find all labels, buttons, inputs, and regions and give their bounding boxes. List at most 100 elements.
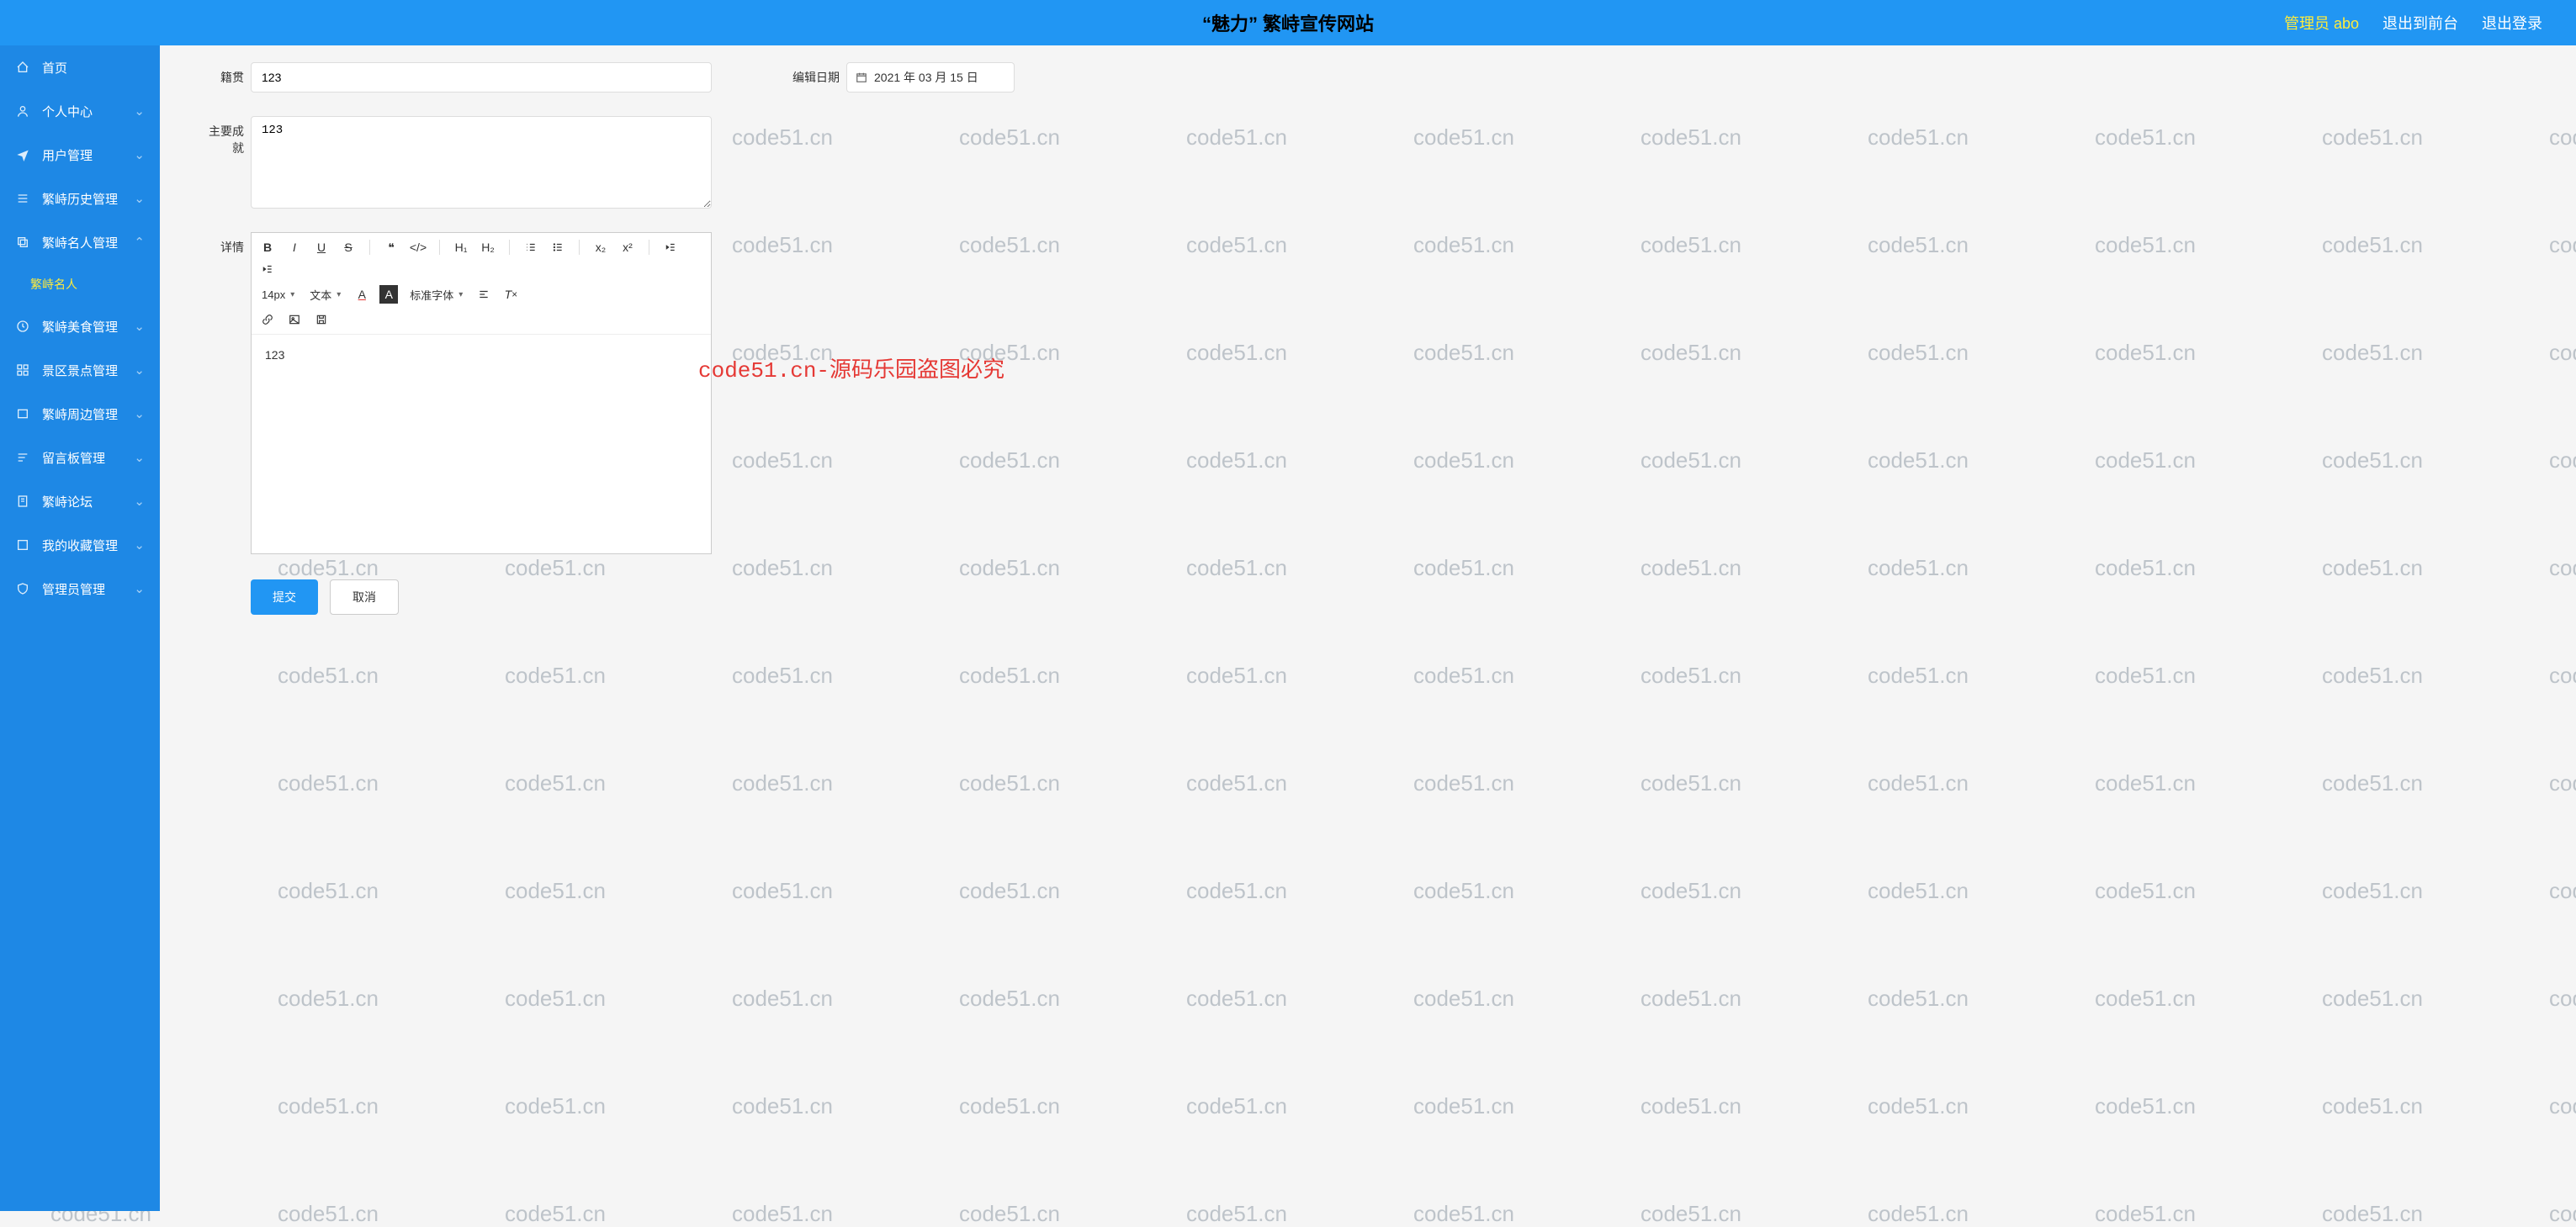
date-value: 2021 年 03 月 15 日 bbox=[874, 69, 978, 86]
submit-button[interactable]: 提交 bbox=[251, 579, 318, 615]
align-button[interactable] bbox=[474, 285, 493, 304]
jiguan-label: 籍贯 bbox=[199, 62, 251, 86]
sidebar-item-scenic[interactable]: 景区景点管理 ⌄ bbox=[0, 348, 160, 392]
date-label: 编辑日期 bbox=[779, 62, 846, 86]
chevron-down-icon: ⌄ bbox=[134, 147, 145, 162]
sidebar-item-food[interactable]: 繁峙美食管理 ⌄ bbox=[0, 304, 160, 348]
outdent-button[interactable] bbox=[661, 238, 680, 257]
sidebar-item-label: 景区景点管理 bbox=[42, 362, 118, 379]
bars-icon bbox=[15, 450, 30, 465]
sidebar-item-favorites[interactable]: 我的收藏管理 ⌄ bbox=[0, 523, 160, 567]
clear-format-button[interactable]: T× bbox=[501, 285, 520, 304]
indent-button[interactable] bbox=[258, 260, 277, 278]
chevron-down-icon: ▾ bbox=[458, 290, 463, 299]
action-buttons: 提交 取消 bbox=[199, 579, 2537, 615]
chevron-down-icon: ▾ bbox=[290, 290, 294, 299]
superscript-button[interactable]: x² bbox=[618, 238, 637, 257]
sidebar-item-label: 繁峙周边管理 bbox=[42, 405, 118, 423]
separator bbox=[439, 240, 440, 255]
chevron-down-icon: ⌄ bbox=[134, 494, 145, 509]
list-icon bbox=[15, 191, 30, 206]
chengjiu-label: 主要成就 bbox=[199, 116, 251, 156]
date-input[interactable]: 2021 年 03 月 15 日 bbox=[846, 62, 1015, 93]
sidebar-item-famous[interactable]: 繁峙名人管理 ⌃ bbox=[0, 220, 160, 264]
chevron-down-icon: ⌄ bbox=[134, 103, 145, 119]
calendar-icon bbox=[856, 71, 867, 83]
sidebar-subitem-label: 繁峙名人 bbox=[30, 276, 77, 293]
sidebar-item-label: 繁峙美食管理 bbox=[42, 318, 118, 336]
field-chengjiu: 主要成就 bbox=[199, 116, 712, 209]
field-edit-date: 编辑日期 2021 年 03 月 15 日 bbox=[779, 62, 1015, 93]
sidebar-item-history[interactable]: 繁峙历史管理 ⌄ bbox=[0, 177, 160, 220]
clock-icon bbox=[15, 319, 30, 334]
square-icon bbox=[15, 537, 30, 553]
h1-button[interactable]: H₁ bbox=[452, 238, 470, 257]
chevron-down-icon: ⌄ bbox=[134, 319, 145, 334]
chevron-down-icon: ⌄ bbox=[134, 406, 145, 421]
separator bbox=[369, 240, 370, 255]
bg-color-button[interactable]: A bbox=[379, 285, 398, 304]
subscript-button[interactable]: x₂ bbox=[591, 238, 610, 257]
sidebar-item-home[interactable]: 首页 bbox=[0, 45, 160, 89]
field-jiguan: 籍贯 bbox=[199, 62, 712, 93]
sidebar: 首页 个人中心 ⌄ 用户管理 ⌄ 繁峙历史管理 ⌄ bbox=[0, 45, 160, 1211]
underline-button[interactable]: U bbox=[312, 238, 331, 257]
copy-icon bbox=[15, 235, 30, 250]
sidebar-item-guestbook[interactable]: 留言板管理 ⌄ bbox=[0, 436, 160, 479]
font-size-select[interactable]: 14px ▾ bbox=[258, 288, 298, 301]
sidebar-item-users[interactable]: 用户管理 ⌄ bbox=[0, 133, 160, 177]
layers-icon bbox=[15, 406, 30, 421]
header: “魅力” 繁峙宣传网站 管理员 abo 退出到前台 退出登录 bbox=[0, 0, 2576, 45]
main-content: 籍贯 编辑日期 2021 年 03 月 15 日 主要成就 详 bbox=[160, 45, 2576, 1211]
ordered-list-button[interactable] bbox=[522, 238, 540, 257]
separator bbox=[579, 240, 580, 255]
chevron-down-icon: ⌄ bbox=[134, 362, 145, 378]
jiguan-input[interactable] bbox=[251, 62, 712, 93]
sidebar-item-surround[interactable]: 繁峙周边管理 ⌄ bbox=[0, 392, 160, 436]
grid-icon bbox=[15, 362, 30, 378]
separator bbox=[509, 240, 510, 255]
code-button[interactable]: </> bbox=[409, 238, 427, 257]
logout-link[interactable]: 退出登录 bbox=[2482, 12, 2542, 34]
chevron-down-icon: ▾ bbox=[337, 290, 341, 299]
quote-button[interactable]: ❝ bbox=[382, 238, 400, 257]
sidebar-item-label: 繁峙论坛 bbox=[42, 493, 93, 510]
sidebar-item-label: 首页 bbox=[42, 59, 67, 77]
field-detail: 详情 B I U S ❝ </> H₁ H₂ bbox=[199, 232, 712, 554]
chevron-down-icon: ⌄ bbox=[134, 191, 145, 206]
home-icon bbox=[15, 60, 30, 75]
detail-label: 详情 bbox=[199, 232, 251, 256]
sidebar-item-label: 用户管理 bbox=[42, 146, 93, 164]
admin-label: 管理员 abo bbox=[2284, 12, 2359, 34]
strike-button[interactable]: S bbox=[339, 238, 358, 257]
image-button[interactable] bbox=[285, 310, 304, 329]
sidebar-item-label: 个人中心 bbox=[42, 103, 93, 120]
italic-button[interactable]: I bbox=[285, 238, 304, 257]
font-family-select[interactable]: 标准字体 ▾ bbox=[406, 287, 466, 303]
sidebar-item-label: 繁峙名人管理 bbox=[42, 234, 118, 251]
sidebar-item-label: 我的收藏管理 bbox=[42, 537, 118, 554]
cancel-button[interactable]: 取消 bbox=[330, 579, 399, 615]
sidebar-item-forum[interactable]: 繁峙论坛 ⌄ bbox=[0, 479, 160, 523]
sidebar-item-label: 繁峙历史管理 bbox=[42, 190, 118, 208]
editor-toolbar: B I U S ❝ </> H₁ H₂ bbox=[252, 233, 711, 335]
shield-icon bbox=[15, 581, 30, 596]
editor-content-area[interactable]: 123 bbox=[252, 335, 711, 553]
text-style-select[interactable]: 文本 ▾ bbox=[306, 287, 344, 303]
chengjiu-textarea[interactable] bbox=[251, 116, 712, 209]
unordered-list-button[interactable] bbox=[549, 238, 567, 257]
sidebar-item-admins[interactable]: 管理员管理 ⌄ bbox=[0, 567, 160, 611]
site-title: “魅力” 繁峙宣传网站 bbox=[1202, 9, 1374, 36]
save-button[interactable] bbox=[312, 310, 331, 329]
sidebar-subitem-famous[interactable]: 繁峙名人 bbox=[0, 264, 160, 304]
chevron-up-icon: ⌃ bbox=[134, 235, 145, 250]
bold-button[interactable]: B bbox=[258, 238, 277, 257]
link-button[interactable] bbox=[258, 310, 277, 329]
sidebar-item-label: 留言板管理 bbox=[42, 449, 105, 467]
chevron-down-icon: ⌄ bbox=[134, 581, 145, 596]
sidebar-item-personal[interactable]: 个人中心 ⌄ bbox=[0, 89, 160, 133]
h2-button[interactable]: H₂ bbox=[479, 238, 497, 257]
link-to-front[interactable]: 退出到前台 bbox=[2383, 12, 2458, 34]
text-color-button[interactable]: A bbox=[352, 285, 371, 304]
chevron-down-icon: ⌄ bbox=[134, 537, 145, 553]
